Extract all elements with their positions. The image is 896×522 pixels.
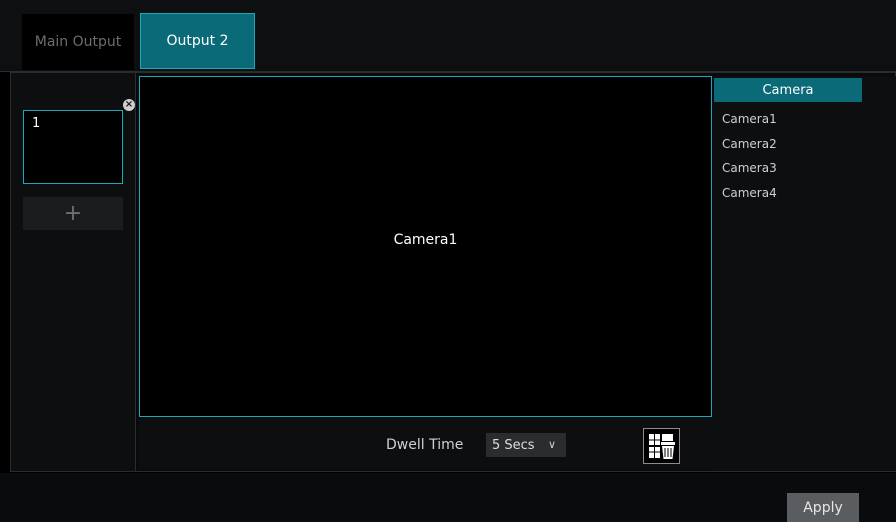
camera-list-item[interactable]: Camera2 — [722, 137, 777, 151]
chevron-down-icon[interactable]: ∨ — [548, 438, 556, 451]
camera-list-header: Camera — [714, 78, 862, 102]
plus-icon: + — [63, 201, 83, 226]
camera-list-item[interactable]: Camera3 — [722, 161, 777, 175]
sequence-item-number: 1 — [32, 116, 41, 131]
dwell-time-value: 5 Secs — [492, 437, 535, 453]
add-sequence-button[interactable]: + — [23, 197, 123, 230]
clear-button[interactable] — [643, 428, 680, 464]
camera-list-panel — [712, 76, 896, 471]
tab-output-2[interactable]: Output 2 — [140, 13, 255, 69]
trash-icon — [648, 434, 675, 459]
apply-button[interactable]: Apply — [787, 493, 859, 522]
tab-main-output[interactable]: Main Output — [22, 14, 134, 70]
close-x-icon[interactable]: × — [123, 99, 135, 111]
preview-camera-label: Camera1 — [393, 232, 458, 248]
output-tab-bar — [0, 0, 896, 72]
footer-bar — [0, 473, 896, 522]
dwell-time-label: Dwell Time — [386, 437, 464, 453]
camera-list-item[interactable]: Camera1 — [722, 112, 777, 126]
camera-list-item[interactable]: Camera4 — [722, 186, 777, 200]
